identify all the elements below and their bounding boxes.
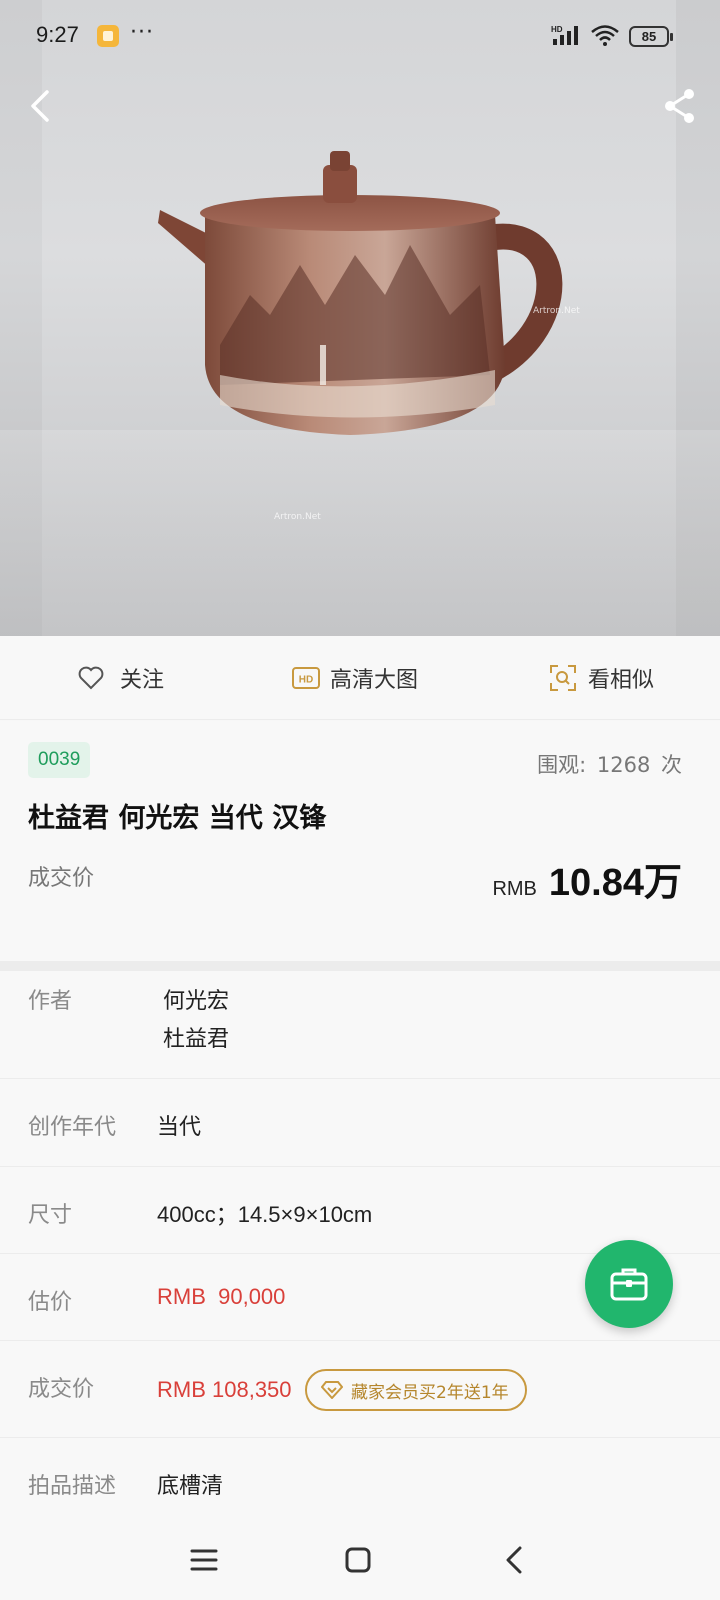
briefcase-fab-button[interactable]: [585, 1240, 673, 1328]
overflow-dots: ···: [130, 20, 154, 45]
back-button[interactable]: [16, 82, 64, 130]
view-similar-button[interactable]: 看相似: [550, 636, 654, 720]
heart-icon: [78, 666, 104, 690]
product-hero-image[interactable]: Artron.Net Artron.Net: [0, 0, 720, 636]
detail-row-period: 创作年代 当代: [0, 1079, 720, 1167]
description-value: 底槽清: [157, 1474, 224, 1499]
sold-amount: 10.84万: [548, 862, 682, 904]
menu-button[interactable]: [180, 1536, 228, 1584]
period-value: 当代: [157, 1115, 202, 1140]
detail-row-description: 拍品描述 底槽清: [0, 1438, 720, 1520]
views-label: 围观:: [537, 753, 587, 777]
system-nav-bar: [0, 1520, 720, 1600]
diamond-icon: [321, 1381, 343, 1399]
detail-row-hammer-price: 成交价 RMB 108,350 藏家会员买2年送1年: [0, 1341, 720, 1438]
watermark-text: Artron.Net: [274, 512, 321, 522]
hammer-value: RMB 108,350: [157, 1377, 292, 1402]
svg-text:HD: HD: [299, 675, 313, 686]
notification-app-icon: [97, 25, 119, 47]
menu-icon: [190, 1549, 218, 1571]
wifi-icon: [591, 25, 619, 46]
share-icon: [665, 89, 694, 123]
home-square-icon: [345, 1547, 371, 1573]
sold-price-label: 成交价: [28, 866, 95, 891]
vip-promo-label: 藏家会员买2年送1年: [351, 1382, 509, 1403]
views-unit: 次: [661, 753, 682, 777]
similar-label: 看相似: [588, 668, 655, 693]
scan-search-icon: [550, 665, 576, 691]
section-divider: [0, 961, 720, 971]
detail-row-size: 尺寸 400cc；14.5×9×10cm: [0, 1167, 720, 1254]
follow-button[interactable]: 关注: [78, 636, 164, 720]
signal-icon: HD: [551, 25, 578, 45]
status-time: 9:27: [36, 22, 79, 47]
size-value: 400cc；14.5×9×10cm: [157, 1202, 373, 1227]
period-key: 创作年代: [28, 1115, 117, 1140]
views-count: 1268: [596, 753, 651, 777]
briefcase-icon: [610, 1268, 648, 1301]
author-value-1[interactable]: 何光宏: [163, 983, 229, 1015]
teapot-image: [158, 151, 563, 435]
vip-promo-button[interactable]: 藏家会员买2年送1年: [305, 1369, 527, 1411]
action-bar: 关注 HD 高清大图 看相似: [0, 636, 720, 720]
sold-currency: RMB: [492, 878, 537, 900]
chevron-left-icon: [31, 90, 49, 122]
system-back-button[interactable]: [490, 1536, 538, 1584]
battery-icon: 85: [629, 26, 673, 47]
hd-label: 高清大图: [330, 668, 419, 693]
watermark-text: Artron.Net: [533, 306, 580, 316]
estimate-key: 估价: [28, 1290, 73, 1315]
lot-number-badge: 0039: [28, 742, 91, 778]
hammer-key: 成交价: [28, 1377, 95, 1402]
author-value-2[interactable]: 杜益君: [163, 1021, 229, 1053]
hd-icon: HD: [292, 667, 320, 689]
detail-row-author: 作者 何光宏 杜益君: [0, 971, 720, 1079]
svg-text:HD: HD: [551, 25, 563, 34]
author-key: 作者: [28, 989, 73, 1014]
home-button[interactable]: [334, 1536, 382, 1584]
estimate-value: RMB 90,000: [157, 1284, 286, 1309]
sold-price: RMB 10.84万: [492, 851, 682, 906]
follow-label: 关注: [120, 668, 165, 693]
share-button[interactable]: [656, 82, 704, 130]
lot-title: 杜益君 何光宏 当代 汉锋: [28, 803, 327, 834]
size-key: 尺寸: [28, 1203, 73, 1228]
status-bar: 9:27 ··· HD 85: [0, 0, 720, 72]
view-count: 围观: 1268 次: [533, 749, 682, 779]
hd-image-button[interactable]: HD 高清大图: [292, 636, 418, 720]
lot-summary: 0039 围观: 1268 次 杜益君 何光宏 当代 汉锋 成交价 RMB 10…: [0, 721, 720, 961]
description-key: 拍品描述: [28, 1474, 117, 1499]
back-icon: [506, 1546, 522, 1574]
